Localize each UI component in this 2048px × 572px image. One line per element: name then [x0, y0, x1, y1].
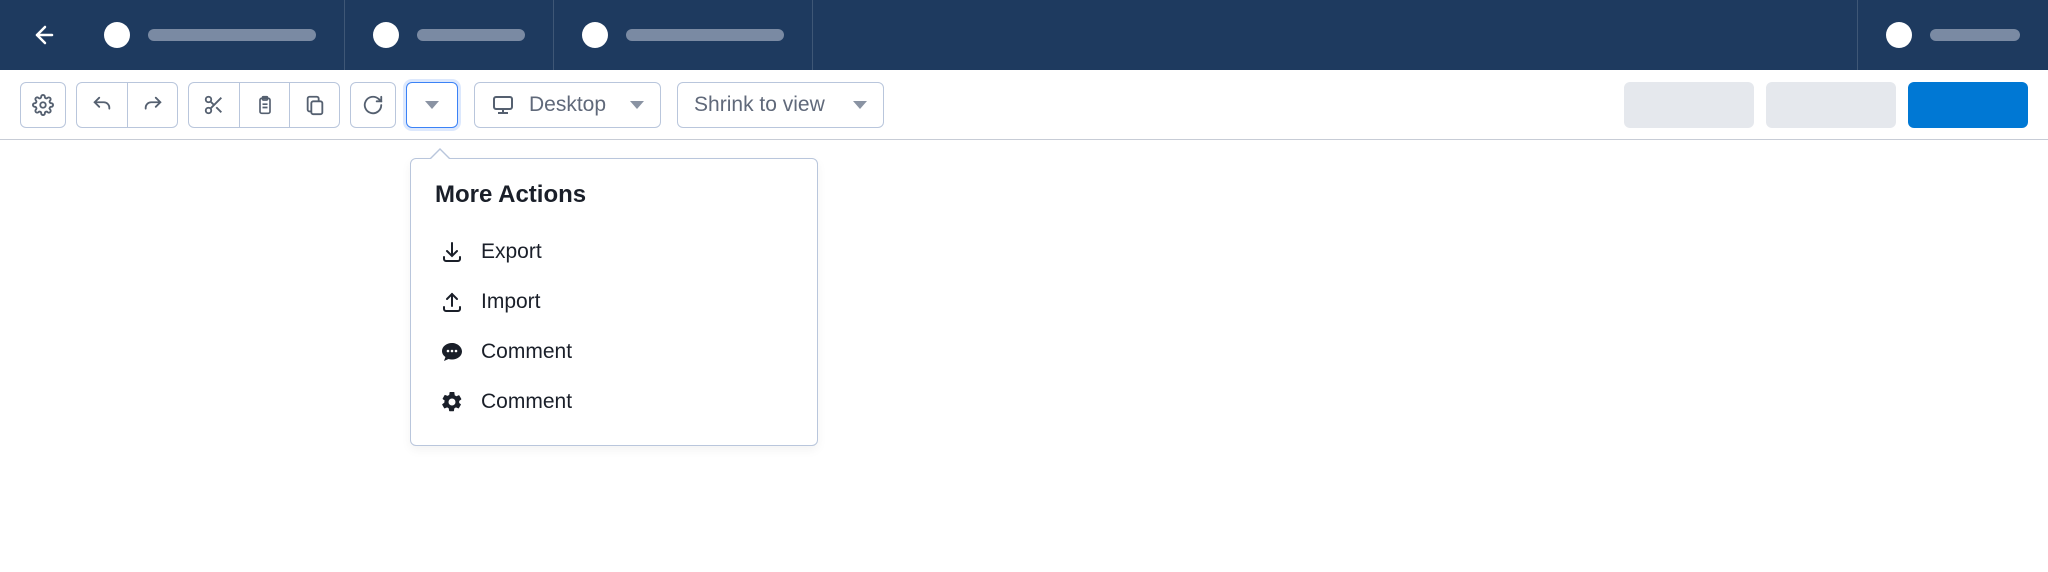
undo-redo-group: [76, 82, 178, 128]
comment-icon: [439, 339, 465, 365]
tab-avatar-icon: [373, 22, 399, 48]
gear-icon: [32, 94, 54, 116]
popover-title: More Actions: [435, 181, 793, 209]
copy-button[interactable]: [289, 83, 339, 127]
user-menu[interactable]: [1857, 0, 2048, 70]
more-actions-popover: More Actions Export Import Comment Comme…: [410, 158, 818, 446]
download-icon: [439, 239, 465, 265]
zoom-select[interactable]: Shrink to view: [677, 82, 884, 128]
clipboard-group: [188, 82, 340, 128]
nav-tab-2[interactable]: [345, 0, 554, 70]
gear-icon: [439, 389, 465, 415]
device-select-label: Desktop: [529, 93, 606, 117]
device-select[interactable]: Desktop: [474, 82, 661, 128]
caret-down-icon: [630, 101, 644, 109]
copy-icon: [304, 94, 326, 116]
redo-button[interactable]: [127, 83, 177, 127]
menu-item-settings[interactable]: Comment: [435, 377, 793, 427]
tab-label-placeholder: [417, 29, 525, 41]
nav-tab-3[interactable]: [554, 0, 813, 70]
refresh-icon: [362, 94, 384, 116]
undo-button[interactable]: [77, 83, 127, 127]
menu-item-label: Export: [481, 240, 542, 264]
user-avatar-icon: [1886, 22, 1912, 48]
cut-button[interactable]: [189, 83, 239, 127]
user-name-placeholder: [1930, 29, 2020, 41]
clipboard-icon: [255, 94, 275, 116]
toolbar-right-actions: [1624, 82, 2028, 128]
tab-avatar-icon: [582, 22, 608, 48]
secondary-action-2[interactable]: [1766, 82, 1896, 128]
menu-item-label: Comment: [481, 390, 572, 414]
menu-item-label: Import: [481, 290, 541, 314]
nav-tab-1[interactable]: [76, 0, 345, 70]
primary-action-button[interactable]: [1908, 82, 2028, 128]
undo-icon: [91, 94, 113, 116]
editor-toolbar: Desktop Shrink to view: [0, 70, 2048, 140]
top-navigation-bar: [0, 0, 2048, 70]
caret-down-icon: [425, 101, 439, 109]
tab-label-placeholder: [148, 29, 316, 41]
arrow-left-icon: [30, 23, 54, 47]
refresh-button[interactable]: [350, 82, 396, 128]
redo-icon: [142, 94, 164, 116]
settings-button[interactable]: [20, 82, 66, 128]
menu-item-label: Comment: [481, 340, 572, 364]
paste-button[interactable]: [239, 83, 289, 127]
zoom-select-label: Shrink to view: [694, 93, 825, 117]
more-actions-button[interactable]: [406, 82, 458, 128]
tab-label-placeholder: [626, 29, 784, 41]
back-button[interactable]: [20, 13, 64, 57]
caret-down-icon: [853, 101, 867, 109]
upload-icon: [439, 289, 465, 315]
menu-item-import[interactable]: Import: [435, 277, 793, 327]
tab-avatar-icon: [104, 22, 130, 48]
scissors-icon: [203, 94, 225, 116]
secondary-action-1[interactable]: [1624, 82, 1754, 128]
desktop-icon: [491, 93, 515, 117]
menu-item-comment[interactable]: Comment: [435, 327, 793, 377]
menu-item-export[interactable]: Export: [435, 227, 793, 277]
